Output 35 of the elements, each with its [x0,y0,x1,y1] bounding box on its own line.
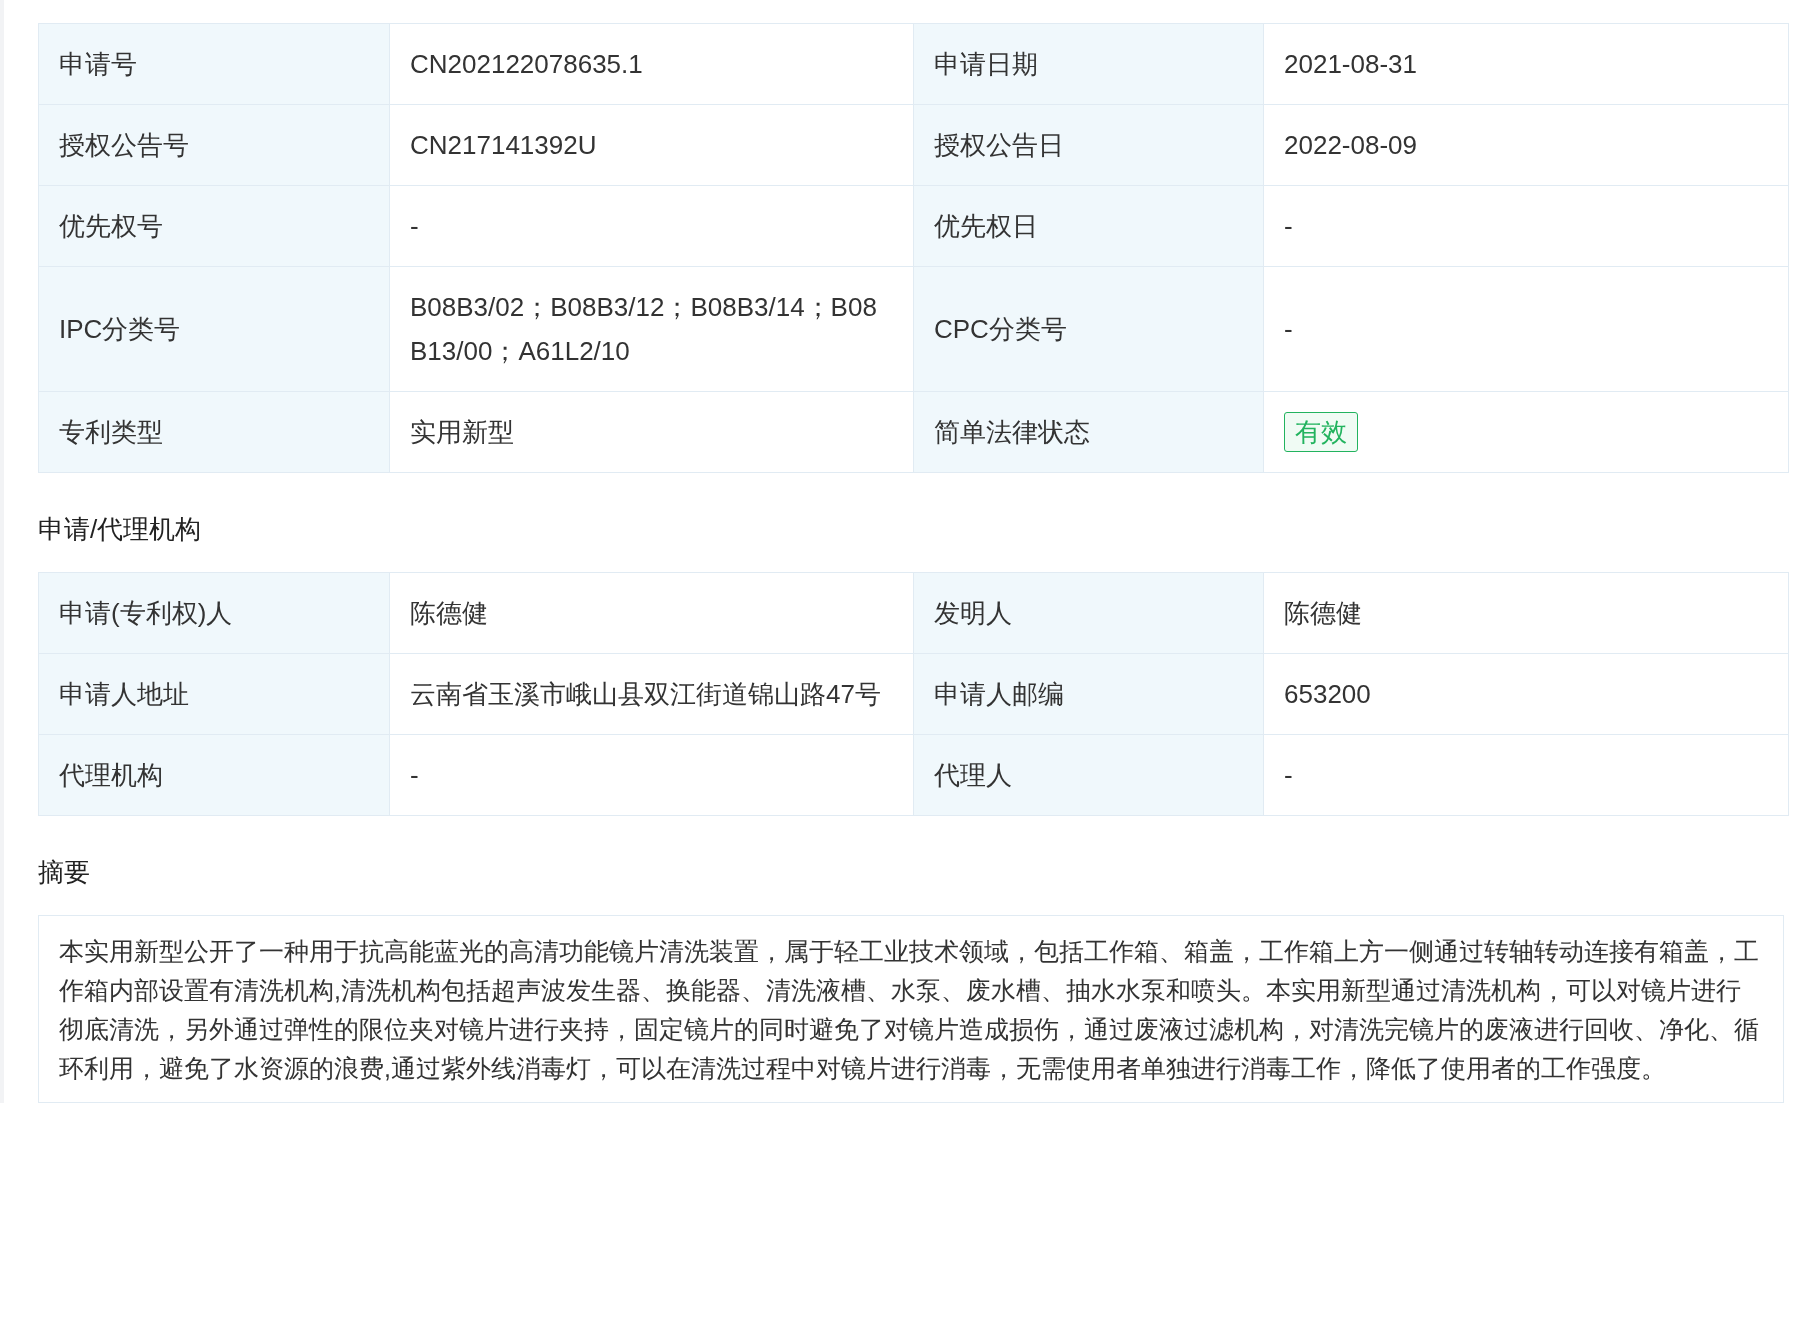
field-value: - [1263,734,1789,816]
field-value: 实用新型 [389,391,914,473]
field-value: - [1263,266,1789,392]
field-label: 申请(专利权)人 [38,572,390,654]
section-title: 摘要 [38,856,91,889]
field-value: B08B3/02；B08B3/12；B08B3/14；B08B13/00；A61L2/10 [389,266,914,392]
field-label: 授权公告日 [913,104,1264,186]
field-value: - [1263,185,1789,267]
field-label: 发明人 [913,572,1264,654]
status-tag: 有效 [1284,412,1358,452]
field-value: CN217141392U [389,104,914,186]
field-label: 申请号 [38,23,390,105]
field-value: 653200 [1263,653,1789,735]
abstract-text: 本实用新型公开了一种用于抗高能蓝光的高清功能镜片清洗装置，属于轻工业技术领域，包括工作箱、箱盖，工作箱上方一侧通过转轴转动连接有箱盖，工作箱内部设置有清洗机构,清洗机构包括超声波发生器、换能器、清洗液槽、水泵、废水槽、抽水水泵和喷头。本实用新型通过清洗机构，可以对镜片进行彻底清洗，另外通过弹性的限位夹对镜片进行夹持，固定镜片的同时避免了对镜片造成损伤，通过废液过滤机构，对清洗完镜片的废液进行回收、净化、循环利用，避免了水资源的浪费,通过紫外线消毒灯，可以在清洗过程中对镜片进行消毒，无需使用者单独进行消毒工作，降低了使用者的工作强度。 [38,915,1784,1103]
field-label: 申请日期 [913,23,1264,105]
field-label: IPC分类号 [38,266,390,392]
field-value: 陈德健 [1263,572,1789,654]
field-label: 代理人 [913,734,1264,816]
field-value: - [389,734,914,816]
field-label: CPC分类号 [913,266,1264,392]
field-label: 专利类型 [38,391,390,473]
field-label: 代理机构 [38,734,390,816]
field-label: 申请人地址 [38,653,390,735]
section-title: 申请/代理机构 [38,513,203,546]
field-label: 简单法律状态 [913,391,1264,473]
field-value: 2022-08-09 [1263,104,1789,186]
field-value: - [389,185,914,267]
field-value: 2021-08-31 [1263,23,1789,105]
field-label: 授权公告号 [38,104,390,186]
field-label: 申请人邮编 [913,653,1264,735]
field-value: 云南省玉溪市峨山县双江街道锦山路47号 [389,653,914,735]
field-value: 陈德健 [389,572,914,654]
field-value: CN202122078635.1 [389,23,914,105]
field-label: 优先权号 [38,185,390,267]
field-label: 优先权日 [913,185,1264,267]
